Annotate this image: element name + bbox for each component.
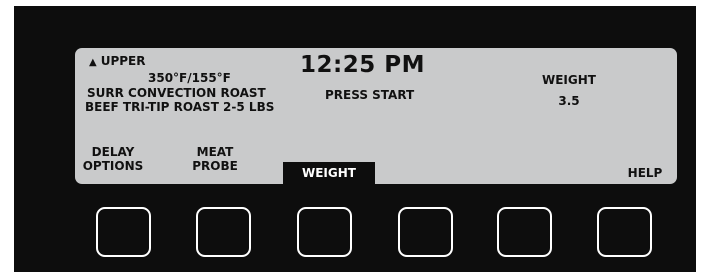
softkey-button-weight[interactable] (297, 207, 352, 257)
status-prompt: PRESS START (325, 88, 415, 102)
control-panel: ▲ UPPER 350°F/155°F SURR CONVECTION ROAST… (14, 6, 696, 272)
softkey-button-5[interactable] (497, 207, 552, 257)
softkey-button-4[interactable] (398, 207, 453, 257)
softkey-label-weight: WEIGHT (302, 166, 356, 180)
temperature-readout: 350°F/155°F (148, 71, 231, 85)
softkey-button-meat-probe[interactable] (196, 207, 251, 257)
softkey-button-help[interactable] (597, 207, 652, 257)
oven-indicator-label: UPPER (100, 54, 146, 68)
softkey-label-delay-options: DELAY OPTIONS (77, 145, 149, 173)
recipe-name: BEEF TRI-TIP ROAST 2-5 LBS (85, 100, 275, 114)
cook-mode: SURR CONVECTION ROAST (87, 86, 266, 100)
softkey-label-line2: PROBE (192, 159, 238, 173)
clock: 12:25 PM (300, 52, 425, 78)
softkey-button-delay-options[interactable] (96, 207, 151, 257)
weight-value: 3.5 (558, 94, 580, 108)
lcd-display: ▲ UPPER 350°F/155°F SURR CONVECTION ROAST… (75, 48, 677, 184)
softkey-label-line1: DELAY (91, 145, 135, 159)
softkey-button-row (75, 207, 677, 263)
softkey-label-line1: MEAT (196, 145, 234, 159)
weight-label: WEIGHT (542, 73, 596, 87)
softkey-label-line2: OPTIONS (82, 159, 144, 173)
triangle-up-icon: ▲ (89, 57, 97, 68)
oven-indicator: ▲ UPPER (89, 54, 145, 70)
softkey-label-help: HELP (627, 166, 663, 180)
softkey-label-meat-probe: MEAT PROBE (180, 145, 250, 173)
